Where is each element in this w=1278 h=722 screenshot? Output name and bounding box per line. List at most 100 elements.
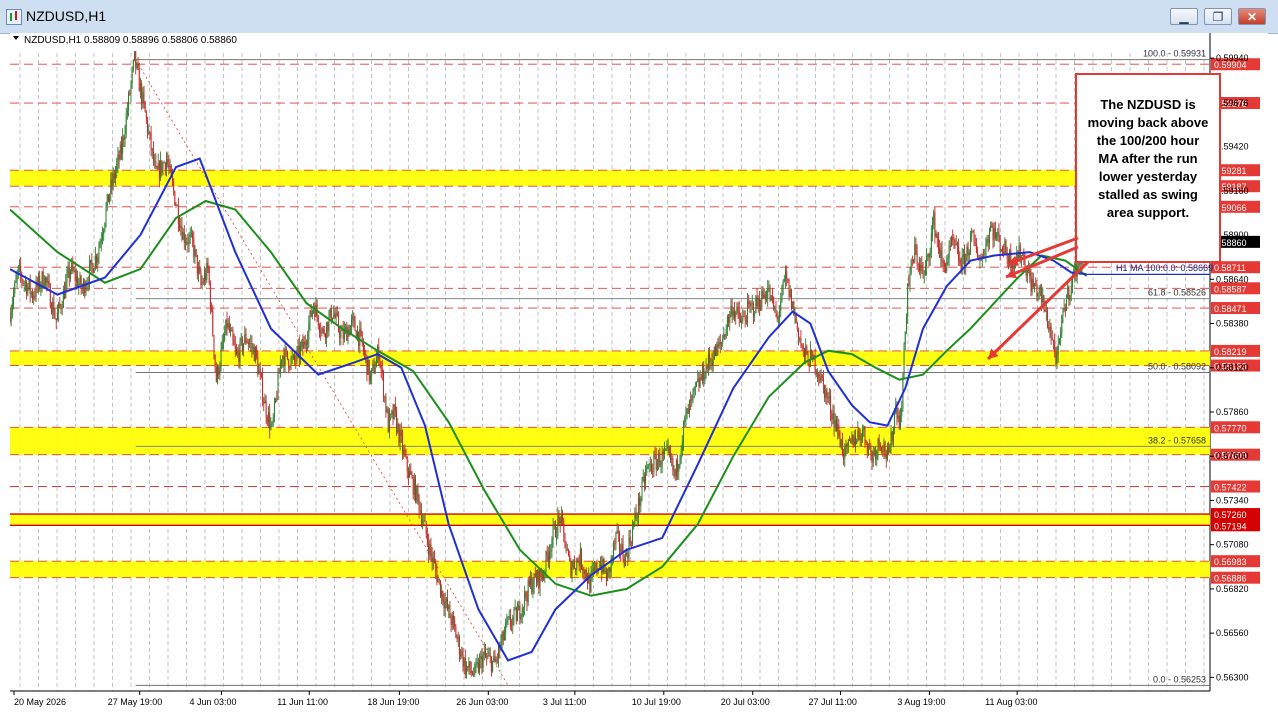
candle-body [405,455,407,457]
candle-body [1047,311,1049,327]
candle-body [712,359,714,366]
candle-body [195,249,197,256]
candle-body [379,360,381,366]
candle-body [272,417,274,423]
candle-body [294,355,296,360]
candle-body [494,655,496,662]
candle-body [230,329,232,332]
candle-body [936,234,938,239]
candle-body [888,447,890,453]
candle-body [1004,240,1006,254]
candle-body [250,343,252,344]
minimize-button[interactable]: ▁ [1170,8,1198,25]
candle-body [456,637,458,639]
candle-body [188,236,190,245]
candle-body [155,161,157,168]
candle-body [26,282,28,295]
x-tick-label: 20 May 2026 [14,697,66,707]
candle-body [761,291,763,310]
candle-body [819,378,821,382]
candle-body [276,398,278,400]
chart-area[interactable]: 100.0 - 0.59931 61.8 - 0.58526 50.0 - 0.58… [9,33,1268,722]
candle-body [784,271,786,280]
candle-body [815,371,817,374]
candle-body [1055,351,1057,365]
candle-body [954,240,956,246]
annotation-text: The NZDUSD is moving back above the 100/20… [1088,97,1209,220]
x-tick-label: 4 Jun 03:00 [190,697,237,707]
candle-body [886,447,888,459]
candle-body [831,413,833,419]
candle-body [59,303,61,307]
candle-body [483,651,485,655]
candle-body [698,378,700,387]
candle-body [792,301,794,309]
window-titlebar[interactable]: NZDUSD,H1 ▁ ❐ ✕ [0,0,1278,34]
candle-body [904,331,906,345]
candle-body [105,207,107,224]
candle-body [275,398,277,402]
level-price-label: 0.57770 [1214,423,1247,433]
candle-body [415,478,417,502]
candle-body [768,288,770,290]
candle-body [368,360,370,381]
candle-body [71,263,73,272]
candle-body [649,463,651,465]
candle-body [150,133,152,151]
candle-body [488,655,490,656]
candle-body [673,469,675,470]
candle-body [581,549,583,569]
candle-body [857,430,859,441]
x-tick-label: 11 Jun 11:00 [277,697,328,707]
candle-body [318,325,320,332]
candle-body [501,631,503,643]
candle-body [865,440,867,445]
candle-body [777,318,779,320]
candle-body [33,296,35,300]
candle-body [948,245,950,259]
candle-body [224,334,226,340]
candle-body [805,346,807,357]
price-chart[interactable]: 100.0 - 0.59931 61.8 - 0.58526 50.0 - 0.58… [9,33,1268,722]
candle-body [371,368,373,377]
candle-body [217,366,219,382]
candle-body [148,132,150,133]
level-price-label: 0.56886 [1214,574,1247,584]
candle-body [911,260,913,262]
x-tick-label: 27 Jul 11:00 [808,697,856,707]
candle-body [203,273,205,283]
candle-body [94,255,96,269]
close-button[interactable]: ✕ [1238,8,1266,25]
candle-body [871,451,873,462]
candle-body [372,363,374,369]
candle-body [575,568,577,570]
candle-body [909,272,911,285]
restore-button[interactable]: ❐ [1204,8,1232,25]
candle-body [820,374,822,382]
level-price-label: 0.58711 [1214,263,1246,273]
candle-body [486,656,488,658]
candle-body [859,434,861,441]
candle-body [458,636,460,655]
candle-body [971,230,973,237]
candle-body [489,655,491,658]
candle-body [45,277,47,285]
candle-body [742,316,744,322]
candle-body [28,280,30,288]
candle-body [910,260,912,273]
candle-body [384,396,386,398]
candle-body [327,322,329,332]
annotation-line: The NZDUSD is [1100,97,1195,112]
candle-body [655,455,657,470]
candle-body [608,567,610,573]
candle-body [30,292,32,295]
candle-body [107,194,109,203]
candle-body [277,372,279,399]
candle-body [1058,338,1060,345]
candle-body [915,244,917,252]
candle-body [656,461,658,470]
candle-body [900,416,902,428]
candle-body [527,579,529,602]
candle-body [658,453,660,462]
candle-body [751,303,753,304]
